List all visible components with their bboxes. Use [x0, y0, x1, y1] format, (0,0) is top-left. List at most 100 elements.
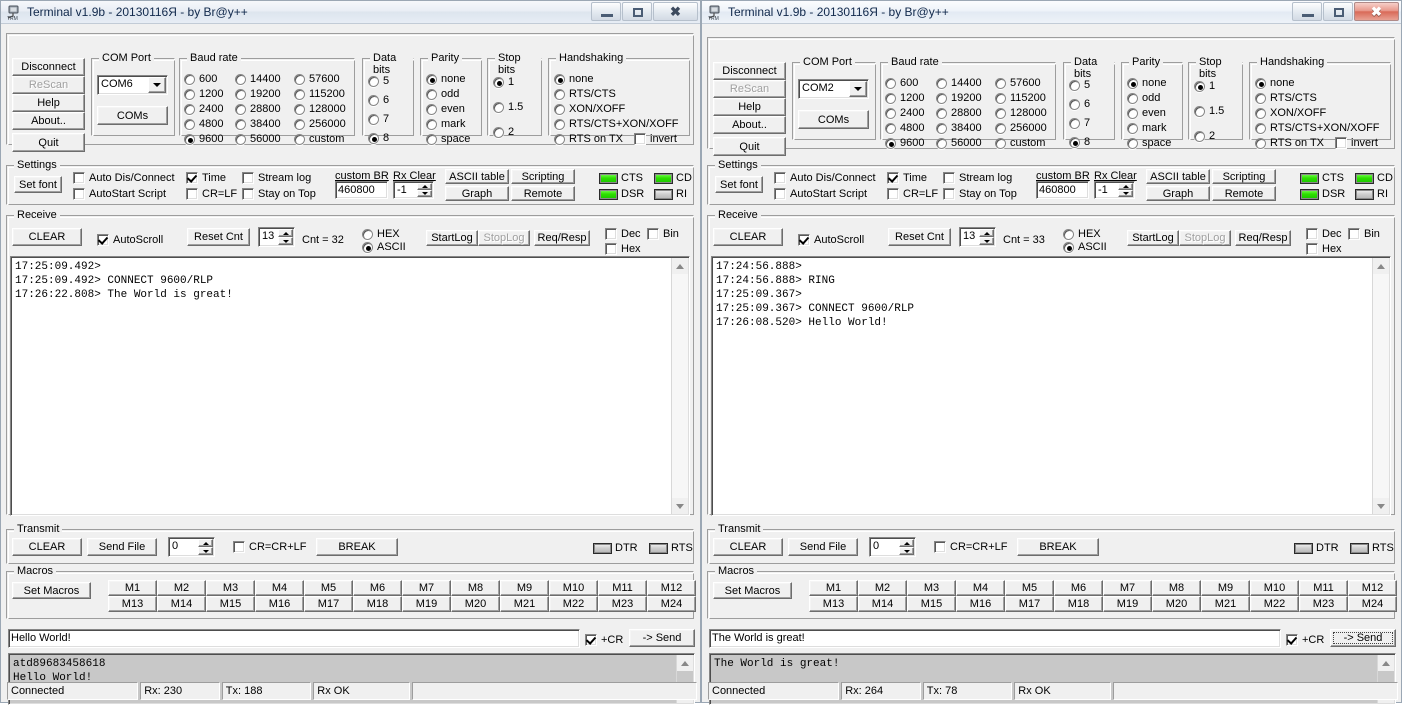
- handshaking-invert-checkbox[interactable]: invert: [1335, 137, 1378, 149]
- chevron-down-icon[interactable]: [148, 77, 166, 93]
- handshaking-invert-checkbox[interactable]: invert: [634, 133, 677, 145]
- time-checkbox[interactable]: Time: [186, 172, 226, 184]
- stop-bits-1-5[interactable]: 1.5: [493, 101, 523, 113]
- bin-checkbox[interactable]: Bin: [1348, 228, 1380, 240]
- parity-mark[interactable]: mark: [426, 118, 465, 130]
- scroll-down-icon[interactable]: [1373, 498, 1389, 514]
- receive-log-pane[interactable]: 17:24:56.888> 17:24:56.888> RING 17:25:0…: [711, 256, 1391, 516]
- macro-m8[interactable]: M8: [451, 580, 500, 596]
- transmit-clear-button[interactable]: CLEAR: [12, 538, 82, 556]
- macro-m18[interactable]: M18: [1054, 596, 1103, 612]
- receive-scrollbar[interactable]: [671, 258, 688, 514]
- req-resp-button[interactable]: Req/Resp: [534, 230, 590, 246]
- macro-m10[interactable]: M10: [1250, 580, 1299, 596]
- stop-bits-1[interactable]: 1: [493, 76, 514, 88]
- baud-1200[interactable]: 1200: [885, 92, 924, 104]
- baud-28800[interactable]: 28800: [235, 103, 281, 115]
- break-button[interactable]: BREAK: [1017, 538, 1099, 556]
- chevron-down-icon[interactable]: [849, 81, 867, 97]
- stream-log-checkbox[interactable]: Stream log: [943, 172, 1012, 184]
- baud-115200[interactable]: 115200: [294, 88, 345, 100]
- rx-clear-spinner[interactable]: -1: [1094, 181, 1135, 199]
- disconnect-button[interactable]: Disconnect: [12, 58, 85, 76]
- parity-odd[interactable]: odd: [1127, 92, 1160, 104]
- startlog-button[interactable]: StartLog: [426, 230, 478, 246]
- autoscroll-checkbox[interactable]: AutoScroll: [798, 234, 864, 246]
- baud-14400[interactable]: 14400: [235, 73, 281, 85]
- send-button[interactable]: -> Send: [1330, 629, 1396, 647]
- macro-m14[interactable]: M14: [157, 596, 206, 612]
- receive-ascii-radio[interactable]: ASCII: [1063, 241, 1107, 253]
- send-file-button[interactable]: Send File: [788, 538, 858, 556]
- parity-odd[interactable]: odd: [426, 88, 459, 100]
- autostart-script-checkbox[interactable]: AutoStart Script: [73, 188, 166, 200]
- baud-4800[interactable]: 4800: [885, 122, 924, 134]
- reset-cnt-button[interactable]: Reset Cnt: [888, 228, 951, 246]
- cnt-spinner[interactable]: 13: [959, 227, 996, 247]
- rx-clear-arrows[interactable]: [417, 183, 432, 197]
- baud-28800[interactable]: 28800: [936, 107, 982, 119]
- set-font-button[interactable]: Set font: [14, 176, 62, 193]
- cr-crlf-checkbox[interactable]: CR=CR+LF: [934, 541, 1007, 553]
- transmit-clear-button[interactable]: CLEAR: [713, 538, 783, 556]
- handshaking-rts-cts[interactable]: RTS/CTS: [554, 88, 616, 100]
- coms-button[interactable]: COMs: [97, 106, 168, 125]
- macro-m6[interactable]: M6: [1054, 580, 1103, 596]
- baud-2400[interactable]: 2400: [184, 103, 223, 115]
- macro-m11[interactable]: M11: [598, 580, 647, 596]
- stop-bits-1[interactable]: 1: [1194, 80, 1215, 92]
- minimize-button[interactable]: [1292, 2, 1322, 21]
- data-bits-8[interactable]: 8: [1069, 136, 1090, 148]
- baud-115200[interactable]: 115200: [995, 92, 1046, 104]
- macro-m11[interactable]: M11: [1299, 580, 1348, 596]
- hex-checkbox[interactable]: Hex: [605, 243, 641, 255]
- handshaking-rts-on-tx[interactable]: RTS on TX: [554, 133, 623, 145]
- macro-m16[interactable]: M16: [255, 596, 304, 612]
- remote-button[interactable]: Remote: [1212, 186, 1276, 201]
- transmit-delay-spinner[interactable]: 0: [869, 537, 916, 557]
- macro-m9[interactable]: M9: [1201, 580, 1250, 596]
- set-macros-button[interactable]: Set Macros: [12, 582, 91, 599]
- reset-cnt-button[interactable]: Reset Cnt: [187, 228, 250, 246]
- stop-bits-1-5[interactable]: 1.5: [1194, 105, 1224, 117]
- baud-custom[interactable]: custom: [294, 133, 344, 145]
- baud-600[interactable]: 600: [885, 77, 918, 89]
- parity-space[interactable]: space: [1127, 137, 1171, 149]
- set-macros-button[interactable]: Set Macros: [713, 582, 792, 599]
- maximize-button[interactable]: [1323, 2, 1353, 21]
- cr-lf-checkbox[interactable]: CR=LF: [186, 188, 237, 200]
- baud-56000[interactable]: 56000: [235, 133, 281, 145]
- baud-1200[interactable]: 1200: [184, 88, 223, 100]
- macro-m16[interactable]: M16: [956, 596, 1005, 612]
- macro-m24[interactable]: M24: [647, 596, 696, 612]
- macro-m14[interactable]: M14: [858, 596, 907, 612]
- custom-br-input[interactable]: 460800: [1036, 181, 1089, 199]
- receive-clear-button[interactable]: CLEAR: [713, 228, 783, 246]
- scroll-up-icon[interactable]: [1373, 258, 1389, 274]
- ascii-table-button[interactable]: ASCII table: [1146, 169, 1210, 184]
- macro-m24[interactable]: M24: [1348, 596, 1397, 612]
- macro-m2[interactable]: M2: [858, 580, 907, 596]
- scripting-button[interactable]: Scripting: [511, 169, 575, 184]
- send-input[interactable]: The World is great!: [709, 629, 1281, 648]
- data-bits-5[interactable]: 5: [368, 75, 389, 87]
- macro-m5[interactable]: M5: [1005, 580, 1054, 596]
- baud-19200[interactable]: 19200: [936, 92, 982, 104]
- cr-lf-checkbox[interactable]: CR=LF: [887, 188, 938, 200]
- macro-m2[interactable]: M2: [157, 580, 206, 596]
- auto-dis-connect-checkbox[interactable]: Auto Dis/Connect: [774, 172, 876, 184]
- macro-m5[interactable]: M5: [304, 580, 353, 596]
- baud-4800[interactable]: 4800: [184, 118, 223, 130]
- baud-600[interactable]: 600: [184, 73, 217, 85]
- req-resp-button[interactable]: Req/Resp: [1235, 230, 1291, 246]
- stop-bits-2[interactable]: 2: [493, 126, 514, 138]
- baud-57600[interactable]: 57600: [294, 73, 340, 85]
- macro-m15[interactable]: M15: [907, 596, 956, 612]
- baud-128000[interactable]: 128000: [294, 103, 346, 115]
- cr-crlf-checkbox[interactable]: CR=CR+LF: [233, 541, 306, 553]
- cnt-arrows[interactable]: [979, 229, 994, 245]
- parity-even[interactable]: even: [426, 103, 465, 115]
- tlog-scroll-up-icon[interactable]: [677, 655, 693, 671]
- title-bar-left[interactable]: TRM Terminal v1.9b - 20130116Я - by Br@y…: [1, 1, 700, 24]
- macro-m3[interactable]: M3: [206, 580, 255, 596]
